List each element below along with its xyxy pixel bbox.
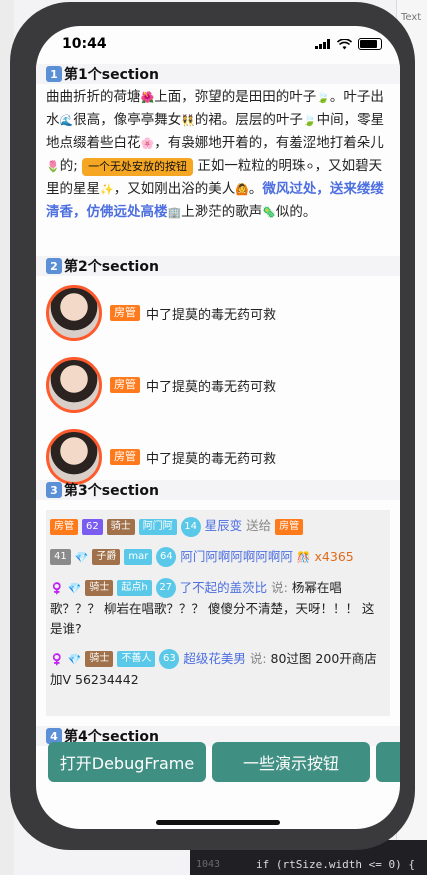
username[interactable]: 星辰变 — [205, 518, 243, 533]
knight-badge: 骑士 — [85, 580, 114, 596]
text-run: 上渺茫的歌声 — [181, 204, 263, 220]
female-icon: ♀️ — [50, 581, 64, 595]
user-list: 房管 中了提莫的毒无药可救 房管 中了提莫的毒无药可救 房管 中了提莫的毒无药可… — [36, 276, 400, 485]
avatar[interactable] — [46, 357, 102, 413]
microbe-icon: 🦠 — [262, 206, 276, 219]
chat-message[interactable]: ♀️ 💎 骑士 不善人 63 超级花美男 说: 80过图 200开商店 加V 5… — [50, 649, 386, 690]
row-text: 中了提莫的毒无药可救 — [146, 307, 277, 323]
section-title: 第2个section — [64, 259, 159, 275]
section-header-2: 2 第2个section — [36, 256, 400, 276]
blossom-icon: 🌸 — [140, 137, 155, 150]
fan-badge: 阿门阿 — [138, 518, 177, 535]
section-title: 第3个section — [64, 483, 159, 499]
backdrop-right-label: Text — [401, 12, 422, 23]
gift-count: x4365 — [314, 548, 354, 564]
section-title: 第1个section — [64, 67, 159, 83]
text-run: 似的。 — [275, 204, 317, 220]
section-number-badge: 1 — [46, 66, 62, 82]
line-number: 1043 — [196, 859, 221, 870]
battery-icon — [358, 38, 382, 50]
tulip-icon: 🌷 — [46, 160, 60, 173]
text-run: 。 — [248, 181, 263, 197]
gift-icon: 🎊 — [296, 550, 311, 564]
text-run: 的; — [59, 158, 78, 174]
chat-message[interactable]: 41 💎 子爵 mar 64 阿门阿啊阿啊阿啊阿 🎊 x4365 — [50, 547, 386, 568]
more-button[interactable] — [376, 742, 400, 782]
verb-text: 送给 — [246, 518, 272, 533]
diamond-icon: 💎 — [67, 652, 82, 666]
water-icon: 🌊 — [59, 114, 74, 127]
verb-text: 说: — [249, 650, 267, 666]
knight-badge: 骑士 — [85, 651, 114, 667]
section-header-3: 3 第3个section — [36, 480, 400, 500]
inline-button[interactable]: 一个无处安放的按钮 — [82, 158, 194, 176]
signal-icon — [315, 39, 330, 49]
username[interactable]: 超级花美男 — [183, 651, 246, 666]
home-indicator[interactable] — [156, 820, 280, 825]
phone-frame: 10:44 1 第1个section 曲曲折折的荷塘🌺上面，弥望的是田田的叶子🍃… — [10, 2, 415, 850]
flower-icon: 🌺 — [140, 91, 155, 104]
demo-buttons-button[interactable]: 一些演示按钮 — [212, 742, 370, 782]
fan-badge: 不善人 — [117, 651, 156, 667]
fan-badge: mar — [124, 549, 153, 565]
level-badge: 27 — [155, 578, 176, 598]
star-icon: ✨ — [100, 183, 114, 196]
status-time: 10:44 — [62, 36, 107, 52]
text-run: ，有袅娜地开着的，有羞涩地打着朵儿 — [154, 135, 384, 151]
vip-badge: 62 — [81, 518, 103, 535]
code-line: if (rtSize.width <= 0) { — [256, 858, 415, 871]
female-icon: ♀️ — [50, 652, 64, 666]
avatar[interactable] — [46, 285, 102, 341]
rank-badge: 41 — [50, 549, 71, 565]
diamond-icon: 💎 — [74, 550, 89, 564]
verb-text: 说: — [271, 579, 288, 595]
level-badge: 14 — [180, 516, 201, 537]
rich-text-paragraph: 曲曲折折的荷塘🌺上面，弥望的是田田的叶子🍃。叶子出水🌊很高，像亭亭舞女👯的裙。层… — [36, 84, 400, 256]
text-run: 上面，弥望的是田田的叶子 — [154, 89, 317, 105]
status-bar: 10:44 — [36, 26, 400, 64]
role-tag: 房管 — [110, 377, 140, 393]
building-icon: 🏢 — [167, 206, 182, 219]
leaf-icon: 🍃 — [316, 91, 330, 104]
leaf-icon: 🍃 — [302, 114, 317, 127]
admin-badge: 房管 — [275, 518, 304, 535]
fan-badge: 起点h — [117, 580, 152, 596]
section-number-badge: 3 — [46, 482, 62, 498]
pearl-icon: ⚪ — [305, 160, 315, 173]
text-run: 很高，像亭亭舞女 — [73, 112, 182, 128]
status-icons — [315, 38, 382, 50]
noble-badge: 子爵 — [92, 549, 121, 565]
admin-badge: 房管 — [50, 518, 78, 535]
chat-message[interactable]: 房管 62 骑士 阿门阿 14 星辰变 送给 房管 — [50, 516, 386, 537]
role-tag: 房管 — [110, 305, 140, 321]
list-item[interactable]: 房管 中了提莫的毒无药可救 — [36, 352, 400, 418]
username[interactable]: 阿门阿啊阿啊阿啊阿 — [180, 549, 293, 564]
phone-screen: 10:44 1 第1个section 曲曲折折的荷塘🌺上面，弥望的是田田的叶子🍃… — [36, 26, 400, 829]
section-header-1: 1 第1个section — [36, 64, 400, 84]
chat-message[interactable]: ♀️ 💎 骑士 起点h 27 了不起的盖茨比 说: 杨幂在唱歌？？？ 柳岩在唱歌… — [50, 578, 386, 639]
text-run: ，又如刚出浴的美人 — [113, 181, 236, 197]
diamond-icon: 💎 — [67, 581, 82, 595]
level-badge: 63 — [159, 649, 180, 669]
avatar[interactable] — [46, 429, 102, 485]
text-run: 曲曲折折的荷塘 — [46, 89, 141, 105]
role-tag: 房管 — [110, 449, 140, 465]
button-scroller[interactable]: 打开DebugFrame 一些演示按钮 — [36, 742, 400, 782]
open-debugframe-button[interactable]: 打开DebugFrame — [48, 742, 206, 782]
woman-icon: 🙆 — [235, 183, 249, 196]
table-view[interactable]: 1 第1个section 曲曲折折的荷塘🌺上面，弥望的是田田的叶子🍃。叶子出水🌊… — [36, 64, 400, 746]
username[interactable]: 了不起的盖茨比 — [180, 580, 268, 595]
row-text: 中了提莫的毒无药可救 — [146, 451, 277, 467]
chat-list: 房管 62 骑士 阿门阿 14 星辰变 送给 房管 41 💎 子爵 mar 64… — [46, 510, 390, 716]
level-badge: 64 — [156, 547, 177, 567]
knight-badge: 骑士 — [106, 518, 135, 535]
list-item[interactable]: 房管 中了提莫的毒无药可救 — [36, 280, 400, 346]
wifi-icon — [337, 38, 352, 49]
row-text: 中了提莫的毒无药可救 — [146, 379, 277, 395]
section-number-badge: 2 — [46, 258, 62, 274]
text-run: 正如一粒粒的明珠 — [197, 158, 306, 174]
text-run: 的裙。层层的叶子 — [194, 112, 303, 128]
dancer-icon: 👯 — [181, 114, 195, 127]
